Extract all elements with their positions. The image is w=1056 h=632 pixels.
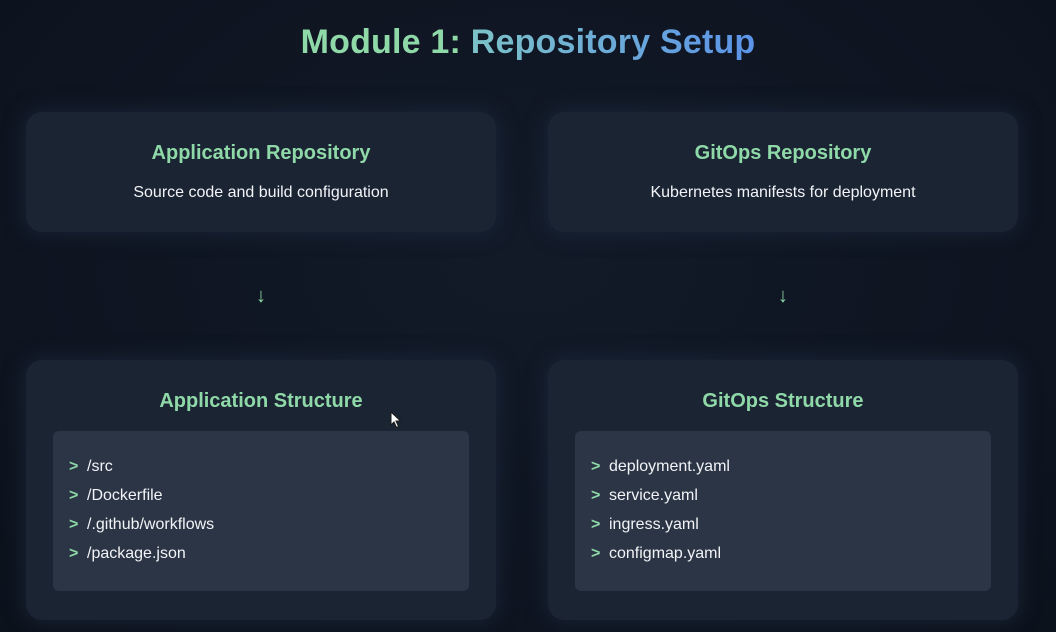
chevron-right-icon: > — [69, 516, 79, 533]
file-name: /package.json — [87, 545, 186, 562]
chevron-right-icon: > — [591, 545, 601, 562]
file-name: /.github/workflows — [87, 516, 215, 533]
page-title: Module 1: Repository Setup — [0, 22, 1056, 62]
application-repository-title: Application Repository — [151, 142, 371, 164]
gitops-file-list-box: > deployment.yaml > service.yaml > ingress.… — [575, 431, 991, 591]
application-file-list: > /src > /Dockerfile > /.github/workflows >… — [69, 456, 214, 572]
arrow-down-icon: ↓ — [778, 285, 788, 307]
file-item: > configmap.yaml — [591, 543, 730, 572]
gitops-repository-description: Kubernetes manifests for deployment — [650, 184, 916, 201]
slide: Module 1: Repository Setup Application R… — [0, 0, 1056, 632]
application-file-list-box: > /src > /Dockerfile > /.github/workflows >… — [53, 431, 469, 591]
gitops-repository-card: GitOps Repository Kubernetes manifests f… — [548, 112, 1018, 232]
file-name: service.yaml — [609, 487, 698, 504]
file-item: > /.github/workflows — [69, 514, 214, 543]
file-item: > /package.json — [69, 543, 214, 572]
file-name: deployment.yaml — [609, 458, 730, 475]
file-item: > service.yaml — [591, 485, 730, 514]
file-item: > ingress.yaml — [591, 514, 730, 543]
arrow-down-icon: ↓ — [256, 285, 266, 307]
title-part-topic: Repository Setup — [470, 23, 756, 61]
application-structure-card: Application Structure > /src > /Dockerfile… — [26, 360, 496, 620]
file-item: > /src — [69, 456, 214, 485]
application-structure-title: Application Structure — [159, 390, 363, 412]
file-name: configmap.yaml — [609, 545, 722, 562]
mouse-pointer-icon — [390, 411, 402, 429]
chevron-right-icon: > — [591, 487, 601, 504]
gitops-structure-title: GitOps Structure — [702, 390, 864, 412]
gitops-repository-title: GitOps Repository — [694, 142, 872, 164]
file-name: ingress.yaml — [609, 516, 699, 533]
title-part-module: Module 1: — [300, 23, 462, 61]
gitops-structure-card: GitOps Structure > deployment.yaml > servi… — [548, 360, 1018, 620]
chevron-right-icon: > — [69, 458, 79, 475]
file-name: /src — [87, 458, 113, 475]
chevron-right-icon: > — [591, 458, 601, 475]
chevron-right-icon: > — [69, 545, 79, 562]
file-item: > /Dockerfile — [69, 485, 214, 514]
chevron-right-icon: > — [591, 516, 601, 533]
chevron-right-icon: > — [69, 487, 79, 504]
file-name: /Dockerfile — [87, 487, 163, 504]
gitops-file-list: > deployment.yaml > service.yaml > ingress.… — [591, 456, 730, 572]
file-item: > deployment.yaml — [591, 456, 730, 485]
application-repository-card: Application Repository Source code and b… — [26, 112, 496, 232]
application-repository-description: Source code and build configuration — [133, 184, 389, 201]
